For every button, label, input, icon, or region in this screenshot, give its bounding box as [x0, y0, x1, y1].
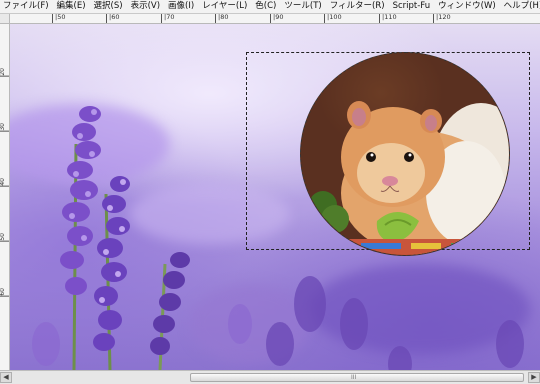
menu-bar: ファイル(F) 編集(E) 選択(S) 表示(V) 画像(I) レイヤー(L) … — [0, 0, 540, 14]
ruler-label: |80 — [215, 14, 228, 23]
menu-help[interactable]: ヘルプ(H) — [500, 0, 540, 13]
ruler-label: |120 — [433, 14, 451, 23]
menu-file[interactable]: ファイル(F) — [0, 0, 53, 13]
ruler-label: |50 — [52, 14, 65, 23]
scrollbar-thumb[interactable]: III — [190, 373, 524, 382]
ruler-label: |70 — [161, 14, 174, 23]
image-canvas[interactable] — [10, 24, 540, 370]
ruler-label: |100 — [324, 14, 342, 23]
ruler-label: 40 — [0, 178, 9, 187]
hamster-photo-layer[interactable] — [300, 52, 510, 256]
menu-edit[interactable]: 編集(E) — [53, 0, 90, 13]
menu-window[interactable]: ウィンドウ(W) — [434, 0, 500, 13]
menu-image[interactable]: 画像(I) — [164, 0, 198, 13]
menu-tools[interactable]: ツール(T) — [280, 0, 325, 13]
hamster-illustration — [307, 101, 509, 255]
ruler-label: 30 — [0, 123, 9, 132]
menu-script-fu[interactable]: Script-Fu — [389, 0, 435, 13]
menu-layer[interactable]: レイヤー(L) — [198, 0, 251, 13]
ruler-label: 50 — [0, 233, 9, 242]
scroll-right-arrow[interactable]: ▶ — [528, 372, 540, 383]
horizontal-scrollbar[interactable]: ◀ III ▶ — [0, 370, 540, 384]
ruler-label: |60 — [106, 14, 119, 23]
ruler-label: |90 — [270, 14, 283, 23]
menu-filters[interactable]: フィルター(R) — [326, 0, 389, 13]
scroll-left-arrow[interactable]: ◀ — [0, 372, 12, 383]
grip-icon: III — [351, 374, 357, 381]
ruler-label: 20 — [0, 68, 9, 77]
ruler-corner[interactable] — [0, 14, 10, 24]
ruler-label: 60 — [0, 288, 9, 297]
menu-select[interactable]: 選択(S) — [90, 0, 127, 13]
ruler-label: |110 — [379, 14, 397, 23]
vertical-ruler[interactable]: 20 30 40 50 60 — [0, 24, 10, 370]
horizontal-ruler[interactable]: |50 |60 |70 |80 |90 |100 |110 |120 — [10, 14, 540, 24]
menu-colors[interactable]: 色(C) — [251, 0, 280, 13]
menu-view[interactable]: 表示(V) — [127, 0, 164, 13]
